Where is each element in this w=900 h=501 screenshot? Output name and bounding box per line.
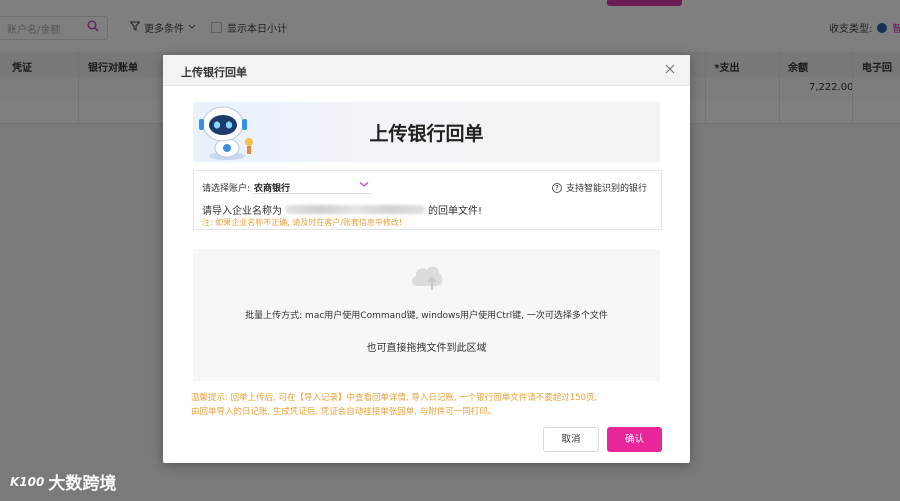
drag-drop-hint: 也可直接拖拽文件到此区域 bbox=[366, 343, 487, 354]
supported-banks-label: 支持智能识别的银行 bbox=[565, 184, 647, 194]
account-label: 请选择账户: bbox=[202, 184, 251, 194]
batch-upload-hint: 批量上传方式: mac用户使用Command键, windows用户使用Ctrl… bbox=[245, 311, 608, 321]
company-name-note: 注: 如果企业名称不正确, 请及时在客户/账套信息中修改! bbox=[202, 218, 403, 227]
banner-title: 上传银行回单 bbox=[369, 123, 484, 145]
redacted-company-name bbox=[285, 205, 425, 214]
banner: 上传银行回单 bbox=[193, 102, 660, 162]
cancel-button[interactable]: 取消 bbox=[543, 427, 599, 452]
supported-banks-link[interactable]: ? 支持智能识别的银行 bbox=[551, 181, 647, 194]
tip-line-1: 温馨提示: 回单上传后, 可在【导入记录】中查看回单详情, 导入日记账, 一个银… bbox=[191, 393, 598, 403]
dialog-header: 上传银行回单 bbox=[163, 55, 690, 86]
question-icon: ? bbox=[551, 182, 562, 193]
account-panel: 请选择账户: 农商银行 ? 支持智能识别的银行 请导入企业名称为 的回单文件! … bbox=[193, 170, 662, 230]
tip-line-2: 由回单导入的日记账, 生成凭证后, 凭证会自动挂接单张回单, 与附件可一同打印。 bbox=[191, 407, 497, 417]
import-instruction: 请导入企业名称为 的回单文件! bbox=[202, 202, 482, 217]
cloud-upload-icon bbox=[409, 260, 445, 295]
watermark-text: 大数跨境 bbox=[48, 474, 117, 494]
close-icon[interactable] bbox=[664, 63, 676, 75]
warm-tip: 温馨提示: 回单上传后, 可在【导入记录】中查看回单详情, 导入日记账, 一个银… bbox=[191, 391, 666, 419]
confirm-button[interactable]: 确认 bbox=[607, 427, 662, 452]
dialog-title: 上传银行回单 bbox=[181, 66, 247, 79]
import-prefix: 请导入企业名称为 bbox=[202, 206, 282, 217]
import-suffix: 的回单文件! bbox=[428, 206, 483, 217]
upload-dropzone[interactable]: 批量上传方式: mac用户使用Command键, windows用户使用Ctrl… bbox=[193, 249, 660, 381]
watermark-logo: K100 bbox=[10, 474, 45, 489]
chevron-down-icon[interactable] bbox=[359, 180, 369, 191]
watermark: K100 大数跨境 bbox=[10, 469, 116, 494]
upload-receipt-dialog: 上传银行回单 上传银行回单 请选择账户: 农商银行 ? 支持智能识别的银行 请导… bbox=[163, 55, 690, 463]
account-select-underline bbox=[252, 193, 372, 194]
